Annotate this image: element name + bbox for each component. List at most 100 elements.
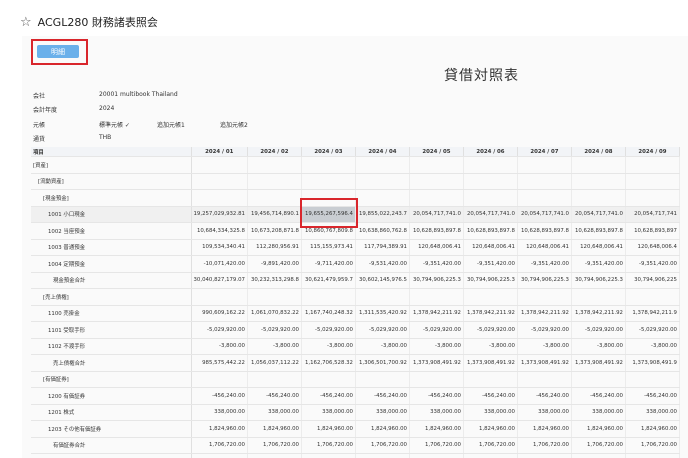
value-cell[interactable]: 338,000.00 <box>301 404 356 421</box>
value-cell[interactable]: 19,655,267,596.4 <box>301 206 356 223</box>
value-cell[interactable]: -456,240.00 <box>409 387 464 405</box>
value-cell[interactable] <box>571 156 626 174</box>
value-cell[interactable]: 1,378,942,211.92 <box>463 305 518 322</box>
table-row[interactable]: 売上債権合計 985,575,442.22 1,056,037,112.22 1,16… <box>31 354 680 372</box>
value-cell[interactable]: 1,373,908,491.92 <box>571 354 626 372</box>
value-cell[interactable] <box>247 288 302 306</box>
value-cell[interactable]: 30,794,906,225.3 <box>571 272 626 289</box>
value-cell[interactable]: 20,054,717,741.0 <box>463 206 518 223</box>
value-cell[interactable]: 120,648,006.41 <box>409 239 464 256</box>
value-cell[interactable] <box>571 288 626 306</box>
column-header-month[interactable]: 2024 / 01 <box>191 147 248 157</box>
value-cell[interactable] <box>247 156 302 174</box>
table-row[interactable]: [資産] <box>31 156 680 174</box>
table-row[interactable]: [流動資産] <box>31 173 680 190</box>
value-cell[interactable]: -5,029,920.00 <box>517 321 572 339</box>
value-cell[interactable]: 10,684,334,325.8 <box>191 222 248 240</box>
value-cell[interactable]: 338,000.00 <box>191 404 248 421</box>
column-header-item[interactable]: 項目 <box>31 147 192 157</box>
value-cell[interactable]: 30,794,906,225.3 <box>463 272 518 289</box>
value-cell[interactable]: 1,378,942,211.92 <box>409 305 464 322</box>
value-cell[interactable]: 120,648,006.4 <box>625 239 680 256</box>
value-cell[interactable] <box>625 173 680 190</box>
value-cell[interactable] <box>463 371 518 388</box>
value-cell[interactable]: 10,638,860,762.8 <box>355 222 410 240</box>
value-cell[interactable]: 1,706,720.00 <box>625 437 680 454</box>
value-cell[interactable] <box>517 189 572 207</box>
value-cell[interactable]: -3,800.00 <box>301 338 356 355</box>
value-cell[interactable] <box>409 288 464 306</box>
value-cell[interactable]: 10,673,208,871.8 <box>247 222 302 240</box>
value-cell[interactable] <box>247 173 302 190</box>
value-cell[interactable]: 1,824,960.00 <box>625 420 680 438</box>
value-cell[interactable]: 1,162,706,528.32 <box>301 354 356 372</box>
value-cell[interactable] <box>625 371 680 388</box>
value-cell[interactable]: 1,824,960.00 <box>301 420 356 438</box>
value-cell[interactable] <box>301 288 356 306</box>
star-icon[interactable]: ☆ <box>20 15 32 30</box>
table-row[interactable]: [現金預金] <box>31 189 680 207</box>
value-cell[interactable] <box>409 371 464 388</box>
table-row[interactable]: 1003 普通預金 109,534,340.41 112,280,956.91 115… <box>31 239 680 256</box>
value-cell[interactable]: 1,706,720.00 <box>191 437 248 454</box>
table-row[interactable]: 1101 受取手形 -5,029,920.00 -5,029,920.00 -5,02… <box>31 321 680 339</box>
value-cell[interactable] <box>625 288 680 306</box>
value-cell[interactable] <box>625 453 680 458</box>
value-cell[interactable]: -9,351,420.00 <box>571 255 626 273</box>
value-cell[interactable]: 30,794,906,225.3 <box>409 272 464 289</box>
value-cell[interactable]: -3,800.00 <box>463 338 518 355</box>
value-cell[interactable]: -3,800.00 <box>355 338 410 355</box>
value-cell[interactable] <box>355 288 410 306</box>
value-cell[interactable]: -9,351,420.00 <box>463 255 518 273</box>
ledger-tab-additional-2[interactable]: 追加元帳2 <box>220 120 248 129</box>
value-cell[interactable]: 1,824,960.00 <box>463 420 518 438</box>
value-cell[interactable]: 20,054,717,741.0 <box>409 206 464 223</box>
value-cell[interactable]: 19,855,022,243.7 <box>355 206 410 223</box>
value-cell[interactable] <box>463 173 518 190</box>
value-cell[interactable]: 30,232,313,298.8 <box>247 272 302 289</box>
value-cell[interactable]: -9,351,420.00 <box>625 255 680 273</box>
value-cell[interactable] <box>517 173 572 190</box>
value-cell[interactable] <box>301 453 356 458</box>
value-cell[interactable]: -5,029,920.00 <box>191 321 248 339</box>
value-cell[interactable]: 10,628,893,897.8 <box>517 222 572 240</box>
value-cell[interactable]: -456,240.00 <box>301 387 356 405</box>
column-header-month[interactable]: 2024 / 08 <box>571 147 626 157</box>
value-cell[interactable]: -3,800.00 <box>625 338 680 355</box>
value-cell[interactable] <box>463 453 518 458</box>
value-cell[interactable]: 985,575,442.22 <box>191 354 248 372</box>
value-cell[interactable]: 19,456,714,890.1 <box>247 206 302 223</box>
column-header-month[interactable]: 2024 / 05 <box>409 147 464 157</box>
value-cell[interactable]: -3,800.00 <box>247 338 302 355</box>
value-cell[interactable]: -456,240.00 <box>625 387 680 405</box>
value-cell[interactable]: 1,167,740,248.32 <box>301 305 356 322</box>
value-cell[interactable] <box>571 189 626 207</box>
value-cell[interactable]: -456,240.00 <box>463 387 518 405</box>
table-row[interactable]: 1203 その他有価証券 1,824,960.00 1,824,960.00 1,82… <box>31 420 680 438</box>
value-cell[interactable]: -5,029,920.00 <box>247 321 302 339</box>
table-row[interactable]: [棚卸資産] <box>31 453 680 458</box>
value-cell[interactable] <box>625 189 680 207</box>
value-cell[interactable]: 1,824,960.00 <box>409 420 464 438</box>
value-cell[interactable] <box>247 371 302 388</box>
table-row[interactable]: 1100 売掛金 990,609,162.22 1,061,070,832.22 1,… <box>31 305 680 322</box>
value-cell[interactable]: 1,706,720.00 <box>463 437 518 454</box>
column-header-month[interactable]: 2024 / 04 <box>355 147 410 157</box>
value-cell[interactable]: -3,800.00 <box>409 338 464 355</box>
value-cell[interactable]: 20,054,717,741.0 <box>571 206 626 223</box>
value-cell[interactable]: 1,824,960.00 <box>355 420 410 438</box>
value-cell[interactable] <box>191 453 248 458</box>
value-cell[interactable]: 120,648,006.41 <box>463 239 518 256</box>
detail-button[interactable]: 明細 <box>37 45 79 58</box>
value-cell[interactable]: 1,373,908,491.9 <box>625 354 680 372</box>
value-cell[interactable]: -9,531,420.00 <box>355 255 410 273</box>
value-cell[interactable]: 112,280,956.91 <box>247 239 302 256</box>
value-cell[interactable]: 1,706,720.00 <box>517 437 572 454</box>
table-row[interactable]: 1102 不渡手形 -3,800.00 -3,800.00 -3,800.00 -3,8… <box>31 338 680 355</box>
value-cell[interactable]: 1,378,942,211.9 <box>625 305 680 322</box>
ledger-tab-additional-1[interactable]: 追加元帳1 <box>157 120 185 129</box>
value-cell[interactable]: -5,029,920.00 <box>625 321 680 339</box>
ledger-tab-standard[interactable]: 標準元帳 ✓ <box>99 120 130 129</box>
value-cell[interactable]: 30,040,827,179.07 <box>191 272 248 289</box>
value-cell[interactable]: 1,306,501,700.92 <box>355 354 410 372</box>
